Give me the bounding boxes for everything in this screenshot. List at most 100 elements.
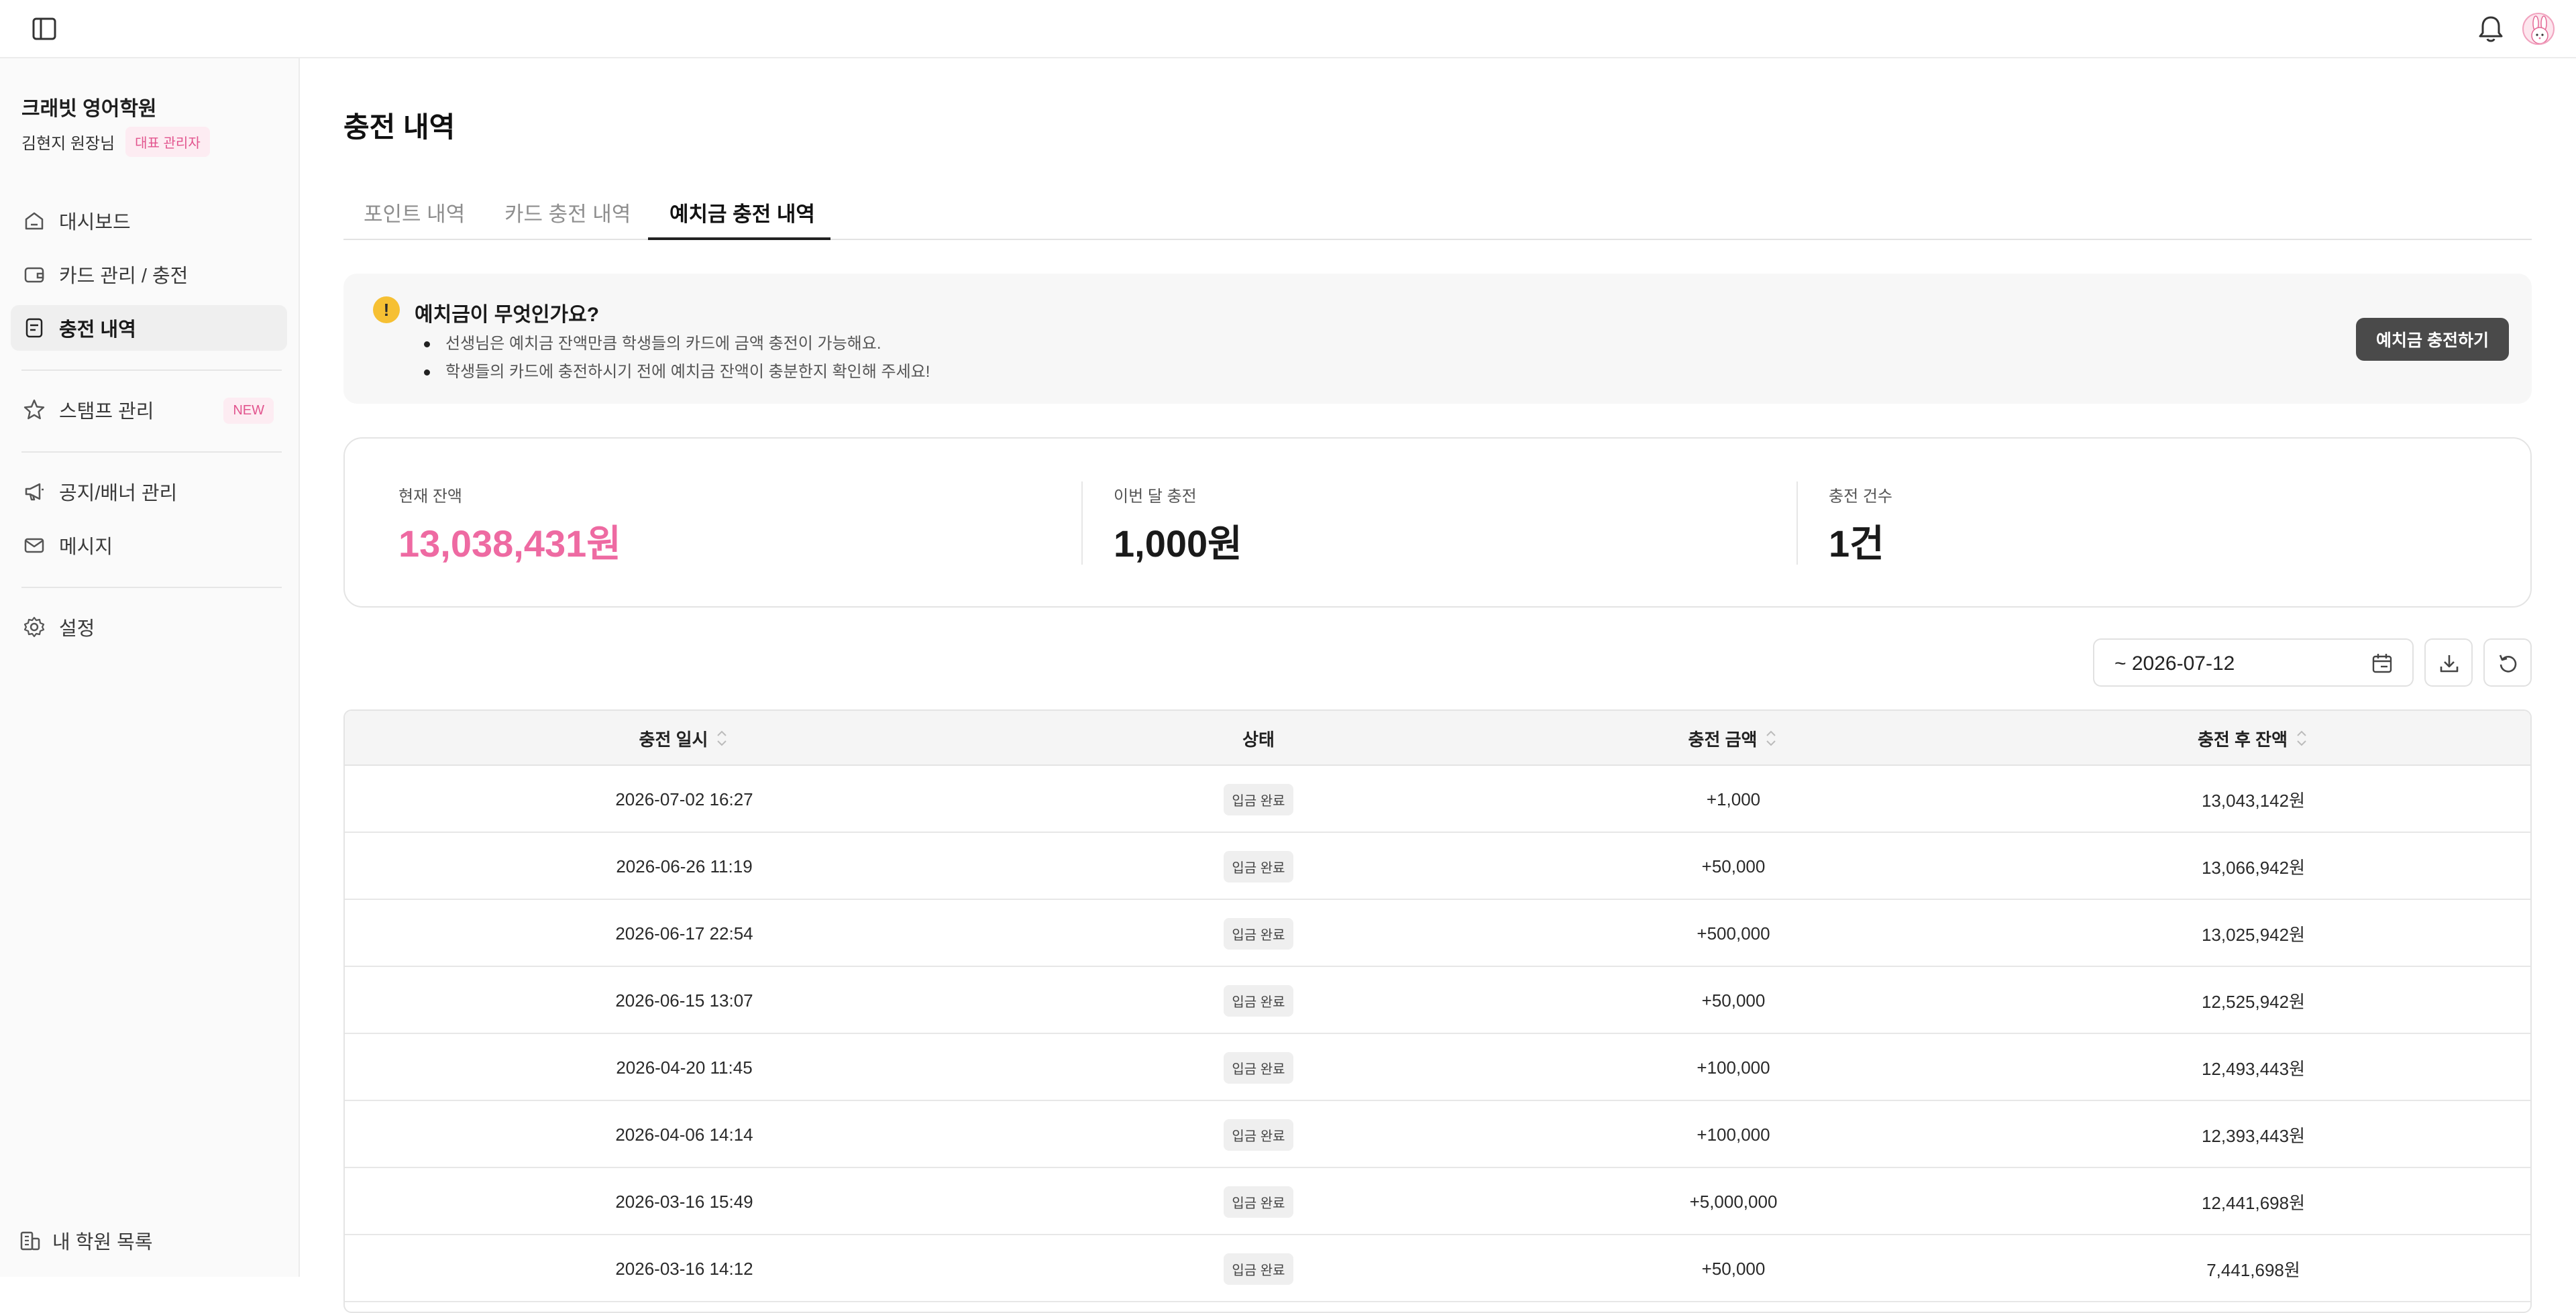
cell-amount: +50,000 <box>1701 1258 1766 1279</box>
cell-balance: 13,066,942원 <box>2201 857 2306 878</box>
my-academy-list-link[interactable]: 내 학원 목록 <box>19 1226 153 1255</box>
deposit-charge-button[interactable]: 예치금 충전하기 <box>2356 318 2509 361</box>
status-badge: 입금 완료 <box>1224 984 1293 1017</box>
summary-divider <box>1796 481 1798 565</box>
sidebar-item-label: 스탬프 관리 <box>59 401 154 422</box>
sort-icon <box>1766 730 1776 746</box>
download-button[interactable] <box>2424 638 2473 687</box>
table-row: 2026-03-16 15:49 입금 완료 +5,000,000 12,441… <box>345 1168 2530 1235</box>
sidebar-item-stamp[interactable]: 스탬프 관리 NEW <box>11 387 287 433</box>
table-row: 2026-04-06 14:14 입금 완료 +100,000 12,393,4… <box>345 1101 2530 1168</box>
cell-status: 입금 완료 <box>1024 900 1493 967</box>
cell-amount: +1,000 <box>1706 789 1761 809</box>
sidebar-item-card-management[interactable]: 카드 관리 / 충전 <box>11 251 287 297</box>
cell-balance: 13,025,942원 <box>2201 924 2306 945</box>
table-row: 2026-07-02 16:27 입금 완료 +1,000 13,043,142… <box>345 766 2530 833</box>
tab-bar: 포인트 내역 카드 충전 내역 예치금 충전 내역 <box>343 181 2532 240</box>
info-title: 예치금이 무엇인가요? <box>415 304 600 326</box>
cell-datetime: 2026-07-02 16:27 <box>615 789 753 809</box>
current-balance-label: 현재 잔액 <box>398 488 462 506</box>
cell-balance: 12,441,698원 <box>2201 1192 2306 1213</box>
status-badge: 입금 완료 <box>1224 1051 1293 1084</box>
sort-icon <box>717 730 727 746</box>
sidebar-divider <box>21 451 282 453</box>
status-badge: 입금 완료 <box>1224 850 1293 882</box>
user-name: 김현지 원장님 <box>21 135 115 153</box>
status-badge: 입금 완료 <box>1224 783 1293 815</box>
table-header: 충전 일시 상태 충전 금액 충전 후 잔액 <box>345 711 2530 766</box>
date-range-value: ~ 2026-07-12 <box>2114 652 2235 675</box>
cell-status: 입금 완료 <box>1024 833 1493 900</box>
cell-status: 입금 완료 <box>1024 967 1493 1034</box>
sidebar-item-label: 대시보드 <box>59 212 131 233</box>
role-badge: 대표 관리자 <box>125 127 210 157</box>
avatar[interactable] <box>2522 13 2555 45</box>
warning-icon: ! <box>373 296 400 323</box>
current-balance-value: 13,038,431원 <box>398 522 621 565</box>
tab-deposit-charge-history[interactable]: 예치금 충전 내역 <box>669 197 815 227</box>
sidebar-item-label: 충전 내역 <box>59 319 136 341</box>
cell-amount: +50,000 <box>1701 856 1766 876</box>
wallet-icon <box>24 267 44 283</box>
calendar-icon <box>2372 654 2392 673</box>
gear-icon <box>23 616 45 638</box>
cell-status: 입금 완료 <box>1024 1235 1493 1302</box>
cell-status: 입금 완료 <box>1024 1034 1493 1101</box>
monthly-charge-label: 이번 달 충전 <box>1114 488 1197 506</box>
charge-count-value: 1건 <box>1829 522 1884 565</box>
cell-datetime: 2026-04-06 14:14 <box>615 1124 753 1145</box>
sidebar-item-charge-history[interactable]: 충전 내역 <box>11 305 287 351</box>
top-bar <box>0 0 2576 58</box>
cell-status: 입금 완료 <box>1024 1168 1493 1235</box>
cell-datetime: 2026-03-16 15:49 <box>615 1191 753 1212</box>
sidebar-toggle-icon[interactable] <box>32 17 56 40</box>
tab-card-charge-history[interactable]: 카드 충전 내역 <box>504 197 631 227</box>
sidebar-divider <box>21 587 282 588</box>
cell-status: 입금 완료 <box>1024 1101 1493 1168</box>
building-icon <box>20 1231 40 1251</box>
sidebar-item-label: 공지/배너 관리 <box>59 483 178 504</box>
sidebar-item-dashboard[interactable]: 대시보드 <box>11 198 287 243</box>
new-badge: NEW <box>223 398 274 424</box>
mail-icon <box>24 538 44 553</box>
cell-amount: +50,000 <box>1701 990 1766 1011</box>
table-row: 2026-04-20 11:45 입금 완료 +100,000 12,493,4… <box>345 1034 2530 1101</box>
sidebar-item-label: 설정 <box>59 618 95 640</box>
status-badge: 입금 완료 <box>1224 1119 1293 1151</box>
cell-datetime: 2026-06-17 22:54 <box>615 923 753 944</box>
cell-datetime: 2026-06-15 13:07 <box>615 990 753 1011</box>
bottom-link-label: 내 학원 목록 <box>52 1232 153 1253</box>
cell-balance: 13,043,142원 <box>2201 790 2306 811</box>
cell-balance: 12,393,443원 <box>2201 1125 2306 1146</box>
cell-balance: 12,493,443원 <box>2201 1058 2306 1079</box>
download-icon <box>2440 655 2459 673</box>
refresh-icon <box>2499 654 2517 673</box>
sidebar-item-message[interactable]: 메시지 <box>11 522 287 568</box>
sidebar-divider <box>21 369 282 371</box>
status-badge: 입금 완료 <box>1224 917 1293 950</box>
table-row: 2026-03-16 14:12 입금 완료 +50,000 7,441,698… <box>345 1235 2530 1302</box>
date-range-picker[interactable]: ~ 2026-07-12 <box>2093 638 2414 687</box>
sidebar-item-notice-banner[interactable]: 공지/배너 관리 <box>11 469 287 514</box>
status-badge: 입금 완료 <box>1224 1186 1293 1218</box>
column-header-datetime[interactable]: 충전 일시 <box>345 711 1024 766</box>
cell-balance: 7,441,698원 <box>2206 1259 2300 1280</box>
cell-amount: +100,000 <box>1697 1124 1770 1145</box>
sidebar-item-settings[interactable]: 설정 <box>11 604 287 650</box>
column-header-balance-after[interactable]: 충전 후 잔액 <box>1974 711 2530 766</box>
tab-point-history[interactable]: 포인트 내역 <box>364 197 465 227</box>
table-row: 2026-06-26 11:19 입금 완료 +50,000 13,066,94… <box>345 833 2530 900</box>
bell-icon[interactable] <box>2477 15 2504 44</box>
refresh-button[interactable] <box>2483 638 2532 687</box>
document-icon <box>25 318 43 338</box>
cell-amount: +500,000 <box>1697 923 1770 944</box>
cell-datetime: 2026-04-20 11:45 <box>616 1057 753 1078</box>
star-icon <box>23 399 45 420</box>
megaphone-icon <box>25 483 44 501</box>
column-header-label: 충전 금액 <box>1688 729 1758 750</box>
sidebar: 크래빗 영어학원 김현지 원장님 대표 관리자 대시보드 카드 관리 / 충전 … <box>0 58 300 1277</box>
info-line: 학생들의 카드에 충전하시기 전에 예치금 잔액이 충분한지 확인해 주세요! <box>419 358 930 386</box>
user-row: 김현지 원장님 대표 관리자 <box>21 127 210 157</box>
column-header-amount[interactable]: 충전 금액 <box>1493 711 1974 766</box>
cell-balance: 12,525,942원 <box>2201 991 2306 1012</box>
